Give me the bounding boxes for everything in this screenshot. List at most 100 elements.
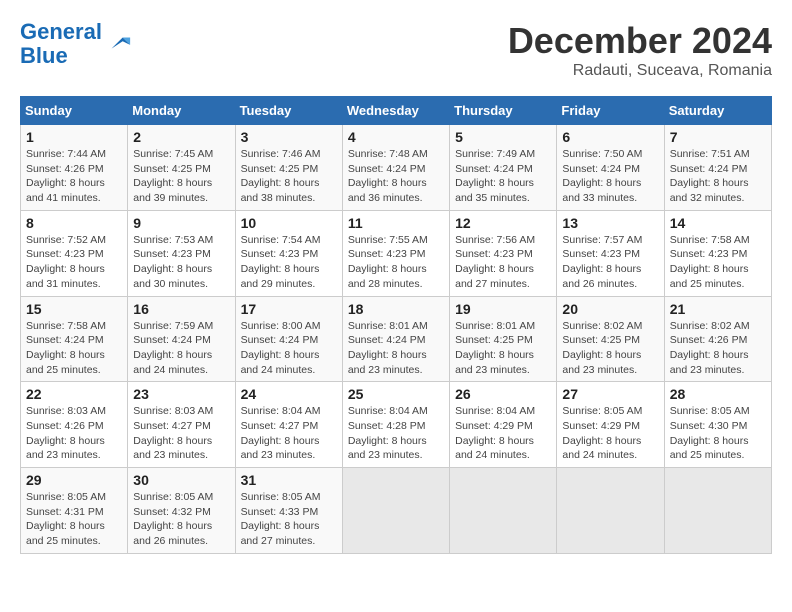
day-info: Sunrise: 7:46 AM Sunset: 4:25 PM Dayligh…	[241, 147, 337, 206]
day-number: 28	[670, 386, 766, 402]
title-block: December 2024 Radauti, Suceava, Romania	[508, 20, 772, 80]
day-number: 15	[26, 301, 122, 317]
day-info: Sunrise: 7:50 AM Sunset: 4:24 PM Dayligh…	[562, 147, 658, 206]
calendar-cell: 15 Sunrise: 7:58 AM Sunset: 4:24 PM Dayli…	[21, 296, 128, 382]
day-number: 20	[562, 301, 658, 317]
day-number: 30	[133, 472, 229, 488]
col-header-saturday: Saturday	[664, 97, 771, 125]
day-info: Sunrise: 7:54 AM Sunset: 4:23 PM Dayligh…	[241, 233, 337, 292]
day-number: 9	[133, 215, 229, 231]
day-number: 4	[348, 129, 444, 145]
logo-icon	[104, 30, 132, 58]
calendar-cell: 18 Sunrise: 8:01 AM Sunset: 4:24 PM Dayli…	[342, 296, 449, 382]
calendar-week-3: 15 Sunrise: 7:58 AM Sunset: 4:24 PM Dayli…	[21, 296, 772, 382]
calendar-cell: 19Sunrise: 8:01 AM Sunset: 4:25 PM Dayli…	[450, 296, 557, 382]
col-header-thursday: Thursday	[450, 97, 557, 125]
day-number: 8	[26, 215, 122, 231]
day-info: Sunrise: 8:01 AM Sunset: 4:25 PM Dayligh…	[455, 319, 551, 378]
calendar-cell: 27Sunrise: 8:05 AM Sunset: 4:29 PM Dayli…	[557, 382, 664, 468]
calendar-cell: 21 Sunrise: 8:02 AM Sunset: 4:26 PM Dayli…	[664, 296, 771, 382]
month-title: December 2024	[508, 20, 772, 62]
day-info: Sunrise: 8:01 AM Sunset: 4:24 PM Dayligh…	[348, 319, 444, 378]
day-info: Sunrise: 7:59 AM Sunset: 4:24 PM Dayligh…	[133, 319, 229, 378]
calendar-cell: 3 Sunrise: 7:46 AM Sunset: 4:25 PM Daylig…	[235, 125, 342, 211]
day-info: Sunrise: 7:58 AM Sunset: 4:24 PM Dayligh…	[26, 319, 122, 378]
day-number: 10	[241, 215, 337, 231]
day-info: Sunrise: 8:00 AM Sunset: 4:24 PM Dayligh…	[241, 319, 337, 378]
day-number: 13	[562, 215, 658, 231]
day-number: 1	[26, 129, 122, 145]
col-header-tuesday: Tuesday	[235, 97, 342, 125]
day-number: 18	[348, 301, 444, 317]
calendar-cell	[450, 468, 557, 554]
day-number: 21	[670, 301, 766, 317]
calendar-cell: 14 Sunrise: 7:58 AM Sunset: 4:23 PM Dayli…	[664, 210, 771, 296]
calendar-week-2: 8 Sunrise: 7:52 AM Sunset: 4:23 PM Daylig…	[21, 210, 772, 296]
day-number: 12	[455, 215, 551, 231]
day-info: Sunrise: 7:57 AM Sunset: 4:23 PM Dayligh…	[562, 233, 658, 292]
day-info: Sunrise: 8:04 AM Sunset: 4:29 PM Dayligh…	[455, 404, 551, 463]
day-info: Sunrise: 8:04 AM Sunset: 4:28 PM Dayligh…	[348, 404, 444, 463]
calendar-cell: 20Sunrise: 8:02 AM Sunset: 4:25 PM Dayli…	[557, 296, 664, 382]
calendar-cell: 13 Sunrise: 7:57 AM Sunset: 4:23 PM Dayli…	[557, 210, 664, 296]
calendar-cell: 16Sunrise: 7:59 AM Sunset: 4:24 PM Dayli…	[128, 296, 235, 382]
day-number: 25	[348, 386, 444, 402]
calendar-cell: 4 Sunrise: 7:48 AM Sunset: 4:24 PM Daylig…	[342, 125, 449, 211]
day-info: Sunrise: 7:58 AM Sunset: 4:23 PM Dayligh…	[670, 233, 766, 292]
calendar-cell	[342, 468, 449, 554]
calendar-table: SundayMondayTuesdayWednesdayThursdayFrid…	[20, 96, 772, 554]
logo: General Blue	[20, 20, 132, 68]
calendar-cell: 11 Sunrise: 7:55 AM Sunset: 4:23 PM Dayli…	[342, 210, 449, 296]
page-header: General Blue December 2024 Radauti, Suce…	[20, 20, 772, 80]
day-number: 17	[241, 301, 337, 317]
calendar-cell: 30 Sunrise: 8:05 AM Sunset: 4:32 PM Dayli…	[128, 468, 235, 554]
calendar-cell: 6Sunrise: 7:50 AM Sunset: 4:24 PM Daylig…	[557, 125, 664, 211]
day-number: 31	[241, 472, 337, 488]
day-info: Sunrise: 8:02 AM Sunset: 4:26 PM Dayligh…	[670, 319, 766, 378]
day-info: Sunrise: 7:52 AM Sunset: 4:23 PM Dayligh…	[26, 233, 122, 292]
calendar-cell: 1 Sunrise: 7:44 AM Sunset: 4:26 PM Daylig…	[21, 125, 128, 211]
day-info: Sunrise: 8:05 AM Sunset: 4:30 PM Dayligh…	[670, 404, 766, 463]
calendar-cell: 31Sunrise: 8:05 AM Sunset: 4:33 PM Dayli…	[235, 468, 342, 554]
calendar-cell: 2Sunrise: 7:45 AM Sunset: 4:25 PM Daylig…	[128, 125, 235, 211]
calendar-cell: 26 Sunrise: 8:04 AM Sunset: 4:29 PM Dayli…	[450, 382, 557, 468]
calendar-cell: 25 Sunrise: 8:04 AM Sunset: 4:28 PM Dayli…	[342, 382, 449, 468]
calendar-cell: 12 Sunrise: 7:56 AM Sunset: 4:23 PM Dayli…	[450, 210, 557, 296]
day-info: Sunrise: 7:55 AM Sunset: 4:23 PM Dayligh…	[348, 233, 444, 292]
col-header-sunday: Sunday	[21, 97, 128, 125]
calendar-cell: 8 Sunrise: 7:52 AM Sunset: 4:23 PM Daylig…	[21, 210, 128, 296]
day-number: 7	[670, 129, 766, 145]
day-number: 14	[670, 215, 766, 231]
day-info: Sunrise: 8:05 AM Sunset: 4:29 PM Dayligh…	[562, 404, 658, 463]
day-info: Sunrise: 7:51 AM Sunset: 4:24 PM Dayligh…	[670, 147, 766, 206]
day-info: Sunrise: 7:56 AM Sunset: 4:23 PM Dayligh…	[455, 233, 551, 292]
col-header-monday: Monday	[128, 97, 235, 125]
calendar-cell: 7 Sunrise: 7:51 AM Sunset: 4:24 PM Daylig…	[664, 125, 771, 211]
day-info: Sunrise: 7:45 AM Sunset: 4:25 PM Dayligh…	[133, 147, 229, 206]
calendar-header: SundayMondayTuesdayWednesdayThursdayFrid…	[21, 97, 772, 125]
col-header-wednesday: Wednesday	[342, 97, 449, 125]
calendar-cell: 5 Sunrise: 7:49 AM Sunset: 4:24 PM Daylig…	[450, 125, 557, 211]
calendar-cell: 10 Sunrise: 7:54 AM Sunset: 4:23 PM Dayli…	[235, 210, 342, 296]
calendar-cell	[664, 468, 771, 554]
logo-text: General Blue	[20, 20, 102, 68]
calendar-cell	[557, 468, 664, 554]
day-info: Sunrise: 8:03 AM Sunset: 4:27 PM Dayligh…	[133, 404, 229, 463]
day-info: Sunrise: 8:05 AM Sunset: 4:31 PM Dayligh…	[26, 490, 122, 549]
day-number: 11	[348, 215, 444, 231]
day-number: 26	[455, 386, 551, 402]
day-number: 5	[455, 129, 551, 145]
calendar-cell: 28 Sunrise: 8:05 AM Sunset: 4:30 PM Dayli…	[664, 382, 771, 468]
day-info: Sunrise: 7:48 AM Sunset: 4:24 PM Dayligh…	[348, 147, 444, 206]
day-number: 22	[26, 386, 122, 402]
day-number: 29	[26, 472, 122, 488]
calendar-cell: 22 Sunrise: 8:03 AM Sunset: 4:26 PM Dayli…	[21, 382, 128, 468]
day-info: Sunrise: 8:03 AM Sunset: 4:26 PM Dayligh…	[26, 404, 122, 463]
calendar-week-5: 29 Sunrise: 8:05 AM Sunset: 4:31 PM Dayli…	[21, 468, 772, 554]
day-info: Sunrise: 8:04 AM Sunset: 4:27 PM Dayligh…	[241, 404, 337, 463]
day-number: 3	[241, 129, 337, 145]
day-info: Sunrise: 7:44 AM Sunset: 4:26 PM Dayligh…	[26, 147, 122, 206]
day-info: Sunrise: 7:49 AM Sunset: 4:24 PM Dayligh…	[455, 147, 551, 206]
calendar-cell: 9Sunrise: 7:53 AM Sunset: 4:23 PM Daylig…	[128, 210, 235, 296]
day-info: Sunrise: 8:05 AM Sunset: 4:32 PM Dayligh…	[133, 490, 229, 549]
